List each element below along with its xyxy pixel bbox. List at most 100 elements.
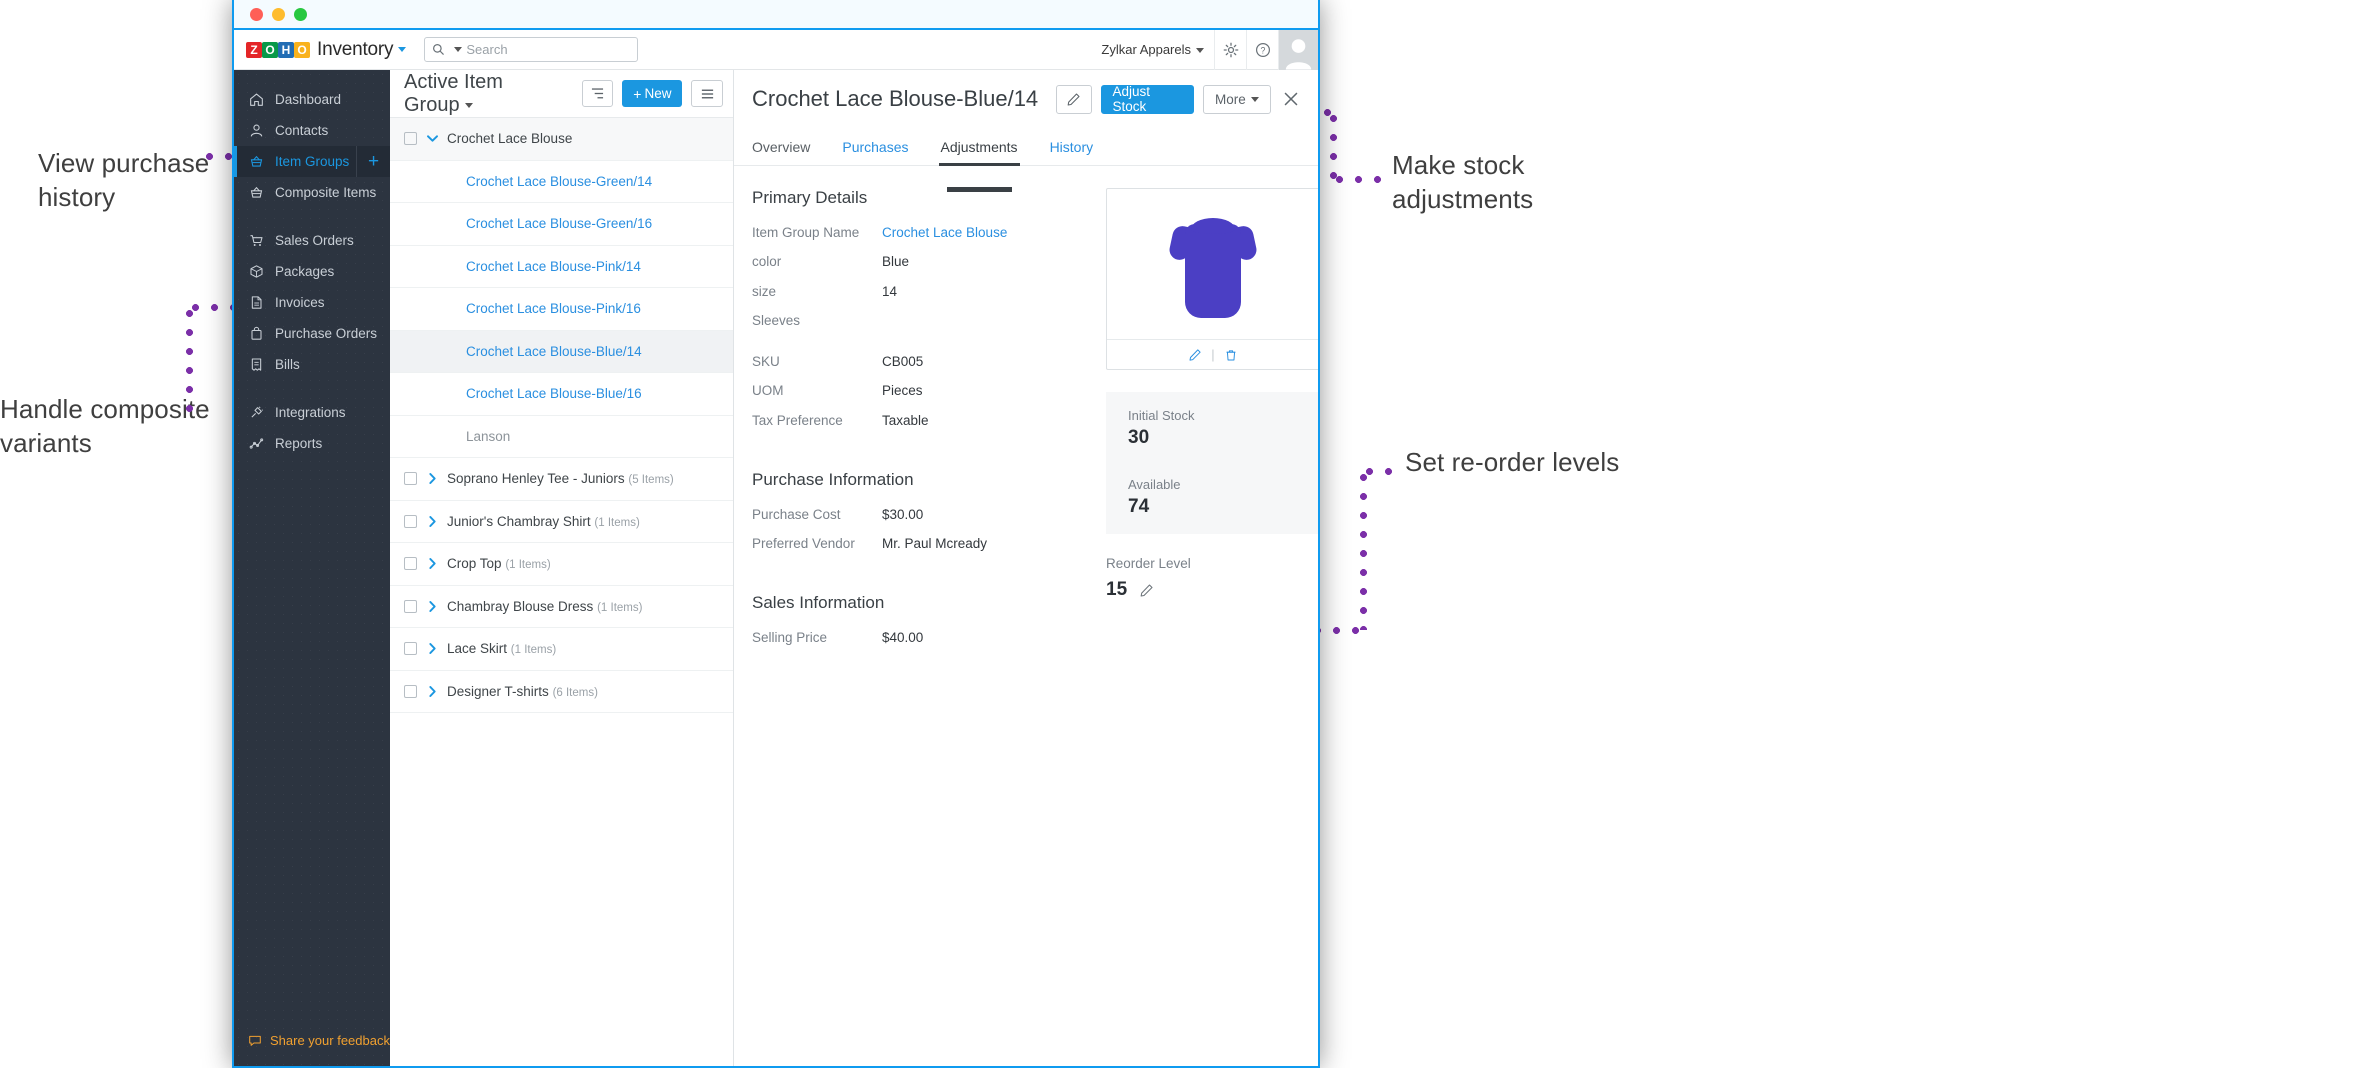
table-row[interactable]: Lanson [390, 416, 733, 458]
chevron-down-icon[interactable] [417, 134, 447, 143]
table-row[interactable]: Lace Skirt (1 Items) [390, 628, 733, 671]
chevron-right-icon[interactable] [417, 642, 447, 655]
table-row[interactable]: Designer T-shirts (6 Items) [390, 671, 733, 713]
sales-information-heading: Sales Information [752, 593, 885, 613]
row-checkbox[interactable] [404, 557, 417, 571]
tab-purchases[interactable]: Purchases [826, 128, 924, 165]
row-checkbox[interactable] [404, 642, 417, 656]
chevron-right-icon[interactable] [417, 557, 447, 570]
delete-image-button[interactable] [1224, 348, 1238, 362]
logo-letter-z: Z [246, 41, 262, 58]
list-filter-chevron-down-icon[interactable] [464, 102, 473, 108]
zoho-logo[interactable]: Z O H O [246, 41, 310, 58]
more-button[interactable]: More [1203, 84, 1271, 114]
avatar[interactable] [1278, 29, 1318, 70]
settings-button[interactable] [1214, 29, 1246, 70]
search-input[interactable]: Search [424, 37, 639, 62]
sidebar-item-invoices[interactable]: Invoices [234, 287, 390, 318]
table-row[interactable]: Crochet Lace Blouse-Green/16 [390, 203, 733, 246]
list-item-label[interactable]: Crochet Lace Blouse-Green/16 [404, 216, 733, 231]
more-chevron-down-icon[interactable] [1250, 96, 1259, 102]
share-feedback-button[interactable]: Share your feedback [234, 1033, 390, 1066]
row-checkbox[interactable] [404, 132, 417, 146]
list-item-name: Soprano Henley Tee - Juniors [447, 471, 625, 487]
edit-image-button[interactable] [1188, 348, 1202, 362]
table-row[interactable]: Crochet Lace Blouse-Pink/14 [390, 246, 733, 288]
list-item-label[interactable]: Crochet Lace Blouse-Blue/14 [404, 344, 733, 359]
list-item-label[interactable]: Crochet Lace Blouse-Pink/16 [404, 301, 733, 316]
chevron-right-icon[interactable] [417, 472, 447, 485]
app-switcher-chevron-down-icon[interactable] [398, 46, 407, 52]
sidebar-item-packages[interactable]: Packages [234, 256, 390, 287]
help-button[interactable]: ? [1246, 29, 1278, 70]
list-item-name: Designer T-shirts [447, 683, 549, 699]
table-row[interactable]: Soprano Henley Tee - Juniors (5 Items) [390, 458, 733, 501]
list-menu-button[interactable] [691, 80, 723, 107]
window-maximize-button[interactable] [294, 7, 307, 21]
field-label: size [752, 283, 777, 299]
sidebar-item-integrations[interactable]: Integrations [234, 397, 390, 428]
window-close-button[interactable] [250, 7, 263, 21]
organization-selector[interactable]: Zylkar Apparels [1091, 42, 1214, 57]
close-detail-button[interactable] [1280, 90, 1302, 108]
adjust-stock-button[interactable]: Adjust Stock [1100, 84, 1195, 114]
item-image-card: | [1106, 188, 1318, 370]
table-row[interactable]: Crochet Lace Blouse [390, 118, 733, 161]
field-value: Pieces [882, 383, 923, 399]
sidebar-item-contacts[interactable]: Contacts [234, 115, 390, 146]
list-item-count: (1 Items) [505, 559, 551, 572]
list-item-label[interactable]: Crochet Lace Blouse-Pink/14 [404, 259, 733, 274]
field-label: Selling Price [752, 630, 828, 646]
sidebar-item-sales-orders[interactable]: Sales Orders [234, 225, 390, 256]
sidebar-item-purchase-orders[interactable]: Purchase Orders [234, 318, 390, 349]
search-icon [433, 44, 445, 55]
table-row[interactable]: Crochet Lace Blouse-Blue/16 [390, 373, 733, 416]
app-name-label[interactable]: Inventory [317, 39, 407, 61]
chevron-right-icon[interactable] [417, 515, 447, 528]
field-value: Blue [882, 254, 910, 270]
tab-adjustments[interactable]: Adjustments [925, 128, 1034, 192]
sidebar-item-reports[interactable]: Reports [234, 428, 390, 459]
row-checkbox[interactable] [404, 472, 417, 486]
sidebar-item-composite-items[interactable]: Composite Items [234, 177, 390, 208]
add-item-group-button[interactable]: + [356, 146, 390, 177]
sidebar-label-packages: Packages [275, 264, 335, 279]
table-row[interactable]: Crop Top (1 Items) [390, 543, 733, 586]
field-label: Tax Preference [752, 412, 843, 428]
list-item-label[interactable]: Crochet Lace Blouse-Green/14 [404, 174, 733, 189]
tab-history[interactable]: History [1034, 128, 1110, 165]
list-filter-selector[interactable]: Active Item Group [404, 71, 564, 117]
search-scope-chevron-down-icon[interactable] [454, 47, 463, 52]
list-view-toggle-button[interactable] [581, 80, 614, 107]
field-value[interactable]: Crochet Lace Blouse [882, 223, 1007, 243]
sidebar-item-dashboard[interactable]: Dashboard [234, 84, 390, 115]
table-row-selected[interactable]: Crochet Lace Blouse-Blue/14 [390, 330, 733, 373]
list-item-label[interactable]: Crochet Lace Blouse-Blue/16 [404, 386, 733, 401]
reorder-level-block: Reorder Level 15 [1106, 556, 1318, 601]
table-row[interactable]: Chambray Blouse Dress (1 Items) [390, 586, 733, 628]
org-chevron-down-icon[interactable] [1196, 48, 1204, 54]
table-row[interactable]: Crochet Lace Blouse-Green/14 [390, 161, 733, 203]
annotation-line-adjust-vertical [1330, 109, 1337, 179]
list-title-text: Active Item Group [404, 70, 503, 116]
list-item-label: Lace Skirt (1 Items) [447, 641, 733, 656]
row-checkbox[interactable] [404, 684, 417, 698]
window-minimize-button[interactable] [272, 7, 285, 21]
tab-overview[interactable]: Overview [752, 128, 826, 165]
new-item-group-button[interactable]: + New [622, 80, 683, 107]
list-item-count: (6 Items) [552, 686, 598, 699]
edit-reorder-level-button[interactable] [1139, 583, 1154, 598]
sidebar-item-bills[interactable]: Bills [234, 349, 390, 380]
sidebar-label-integrations: Integrations [275, 405, 346, 420]
edit-item-button[interactable] [1056, 84, 1092, 114]
chevron-right-icon[interactable] [417, 685, 447, 698]
organization-name: Zylkar Apparels [1101, 42, 1191, 57]
row-checkbox[interactable] [404, 599, 417, 613]
trash-icon [1226, 349, 1236, 360]
row-checkbox[interactable] [404, 514, 417, 528]
table-row[interactable]: Junior's Chambray Shirt (1 Items) [390, 501, 733, 543]
chevron-right-icon[interactable] [417, 600, 447, 613]
gear-icon [1223, 42, 1238, 57]
table-row[interactable]: Crochet Lace Blouse-Pink/16 [390, 288, 733, 331]
sidebar-item-item-groups[interactable]: Item Groups + [234, 146, 390, 177]
